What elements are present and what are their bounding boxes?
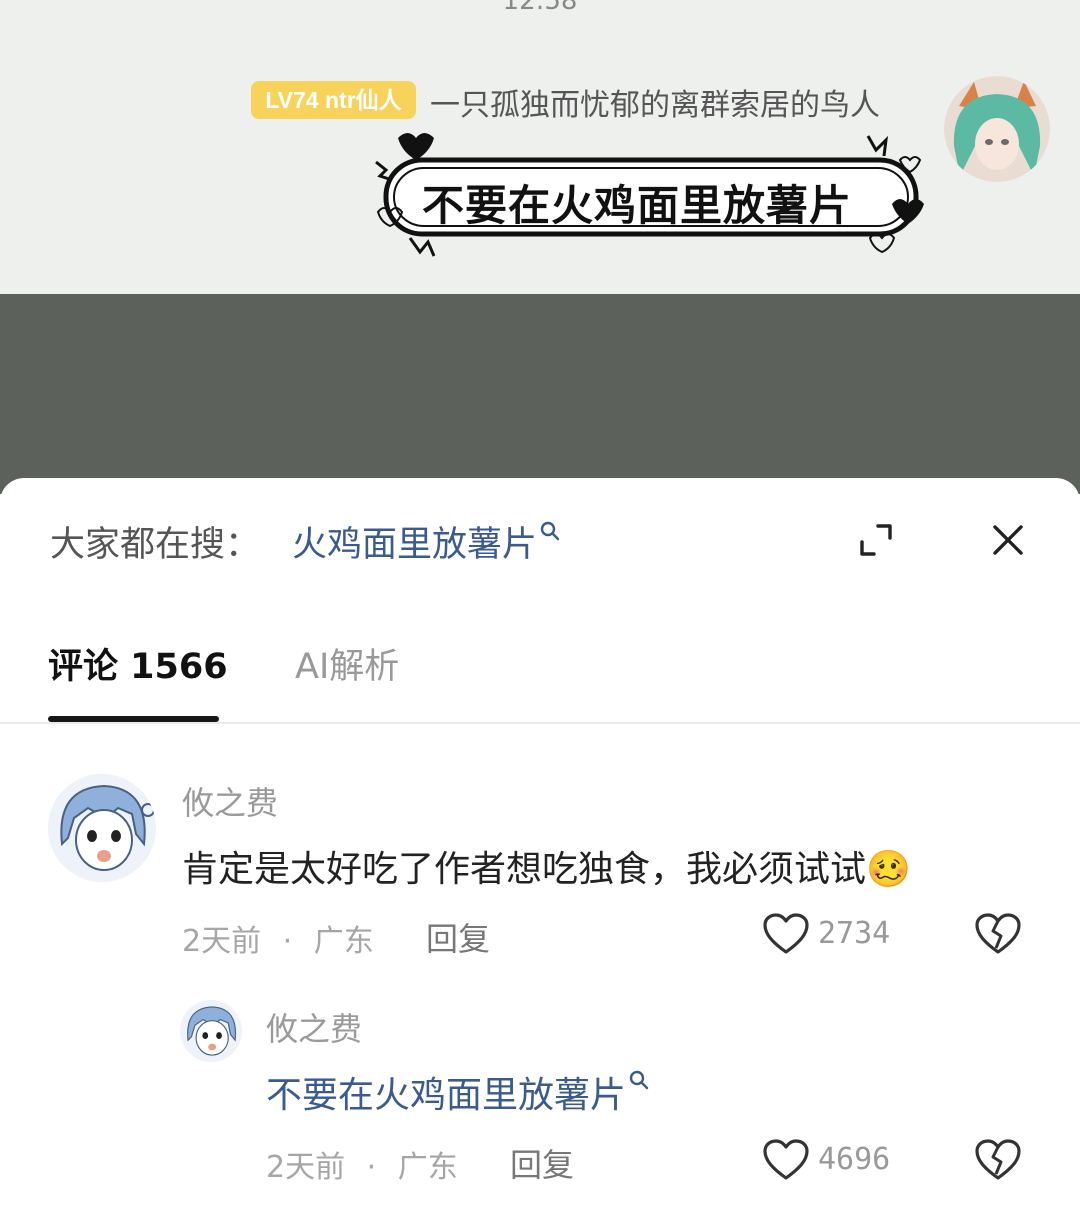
comment-meta: 2天前 · 广东 xyxy=(182,916,374,960)
reply-username[interactable]: 攸之费 xyxy=(266,1004,362,1050)
heart-icon[interactable] xyxy=(762,912,810,956)
comment-body: 肯定是太好吃了作者想吃独食，我必须试试 xyxy=(182,849,867,890)
reply-location: 广东 xyxy=(397,1150,458,1185)
meta-separator: · xyxy=(366,1150,377,1185)
reply-button[interactable]: 回复 xyxy=(426,914,490,960)
reply-time: 2天前 xyxy=(266,1150,346,1185)
status-time: 12:58 xyxy=(502,0,578,16)
search-query-text: 火鸡面里放薯片 xyxy=(292,525,538,565)
broken-heart-icon[interactable] xyxy=(974,1138,1022,1182)
search-prefix: 大家都在搜： xyxy=(50,525,261,565)
reply-avatar[interactable] xyxy=(180,1000,242,1062)
like-count: 4696 xyxy=(818,1142,891,1177)
tab-divider xyxy=(0,722,1080,724)
dizzy-face-emoji-icon: 🥴 xyxy=(866,849,911,890)
level-badge: LV74 ntr仙人 xyxy=(251,81,416,119)
broken-heart-icon[interactable] xyxy=(974,912,1022,956)
close-icon[interactable] xyxy=(990,522,1026,558)
search-icon xyxy=(628,1061,650,1102)
search-suggestion-link[interactable]: 火鸡面里放薯片 xyxy=(292,513,561,567)
sticker-text: 不要在火鸡面里放薯片 xyxy=(422,181,853,230)
meta-separator: · xyxy=(282,924,293,959)
reply-button[interactable]: 回复 xyxy=(510,1140,574,1186)
heart-icon[interactable] xyxy=(762,1138,810,1182)
comment-location: 广东 xyxy=(313,924,374,959)
comment-text: 肯定是太好吃了作者想吃独食，我必须试试🥴 xyxy=(182,840,911,892)
reply-text[interactable]: 不要在火鸡面里放薯片 xyxy=(266,1066,649,1118)
sender-avatar[interactable] xyxy=(944,76,1050,182)
like-count: 2734 xyxy=(818,916,891,951)
dim-overlay[interactable] xyxy=(0,294,1080,494)
sender-name[interactable]: 一只孤独而忧郁的离群索居的鸟人 xyxy=(430,80,880,124)
comment-avatar[interactable] xyxy=(48,774,156,882)
reply-search-link[interactable]: 不要在火鸡面里放薯片 xyxy=(266,1075,626,1116)
expand-icon[interactable] xyxy=(858,522,894,558)
chat-area: 12:58 LV74 ntr仙人 一只孤独而忧郁的离群索居的鸟人 不要在火鸡面里 xyxy=(0,0,1080,294)
search-icon xyxy=(539,513,561,553)
comment-time: 2天前 xyxy=(182,924,262,959)
comment-username[interactable]: 攸之费 xyxy=(182,778,278,824)
tab-ai-analysis[interactable]: AI解析 xyxy=(295,638,399,689)
tab-comments[interactable]: 评论 1566 xyxy=(48,638,228,689)
reply-meta: 2天前 · 广东 xyxy=(266,1142,458,1186)
comment-sheet: 大家都在搜： 火鸡面里放薯片 评论 1566 AI解析 攸之费 肯定是太好吃了作 xyxy=(0,478,1080,1210)
